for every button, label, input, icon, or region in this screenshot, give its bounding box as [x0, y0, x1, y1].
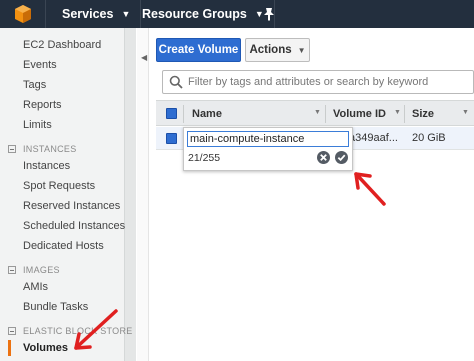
sidebar-item-volumes[interactable]: Volumes [23, 342, 68, 354]
name-edit-input[interactable] [187, 131, 349, 147]
select-all-checkbox[interactable] [166, 108, 177, 119]
column-header-size[interactable]: Size [412, 101, 434, 127]
collapse-section-icon [8, 266, 16, 274]
sidebar-section-images[interactable]: IMAGES [8, 265, 60, 275]
sidebar-section-instances[interactable]: INSTANCES [8, 144, 77, 154]
chevron-left-icon[interactable]: ◀ [141, 53, 147, 62]
row-checkbox[interactable] [166, 133, 177, 144]
top-navigation-bar: Services ▼ Resource Groups ▼ [0, 0, 474, 28]
sidebar-item-amis[interactable]: AMIs [23, 281, 48, 293]
volume-id-cell: a349aaf... [349, 132, 398, 144]
name-edit-popup: 21/255 [183, 127, 353, 171]
column-header-volume-id[interactable]: Volume ID [333, 101, 386, 127]
sidebar-item-reserved-instances[interactable]: Reserved Instances [23, 200, 120, 212]
column-divider [404, 105, 405, 123]
checkmark-icon [337, 154, 346, 162]
sidebar-item-events[interactable]: Events [23, 59, 57, 71]
resource-groups-label: Resource Groups [142, 7, 247, 21]
create-volume-button[interactable]: Create Volume [156, 38, 241, 62]
annotation-arrow-icon [354, 172, 386, 206]
filter-input[interactable] [188, 76, 468, 88]
collapse-section-icon [8, 327, 16, 335]
sidebar-scrollbar[interactable] [124, 28, 136, 361]
sidebar-item-reports[interactable]: Reports [23, 99, 62, 111]
size-cell: 20 GiB [412, 132, 446, 144]
column-divider [183, 105, 184, 123]
sidebar-section-label: INSTANCES [23, 144, 77, 154]
close-icon [320, 154, 327, 161]
pin-icon [264, 8, 274, 21]
sidebar-section-label: IMAGES [23, 265, 60, 275]
sort-caret-icon[interactable]: ▼ [394, 109, 401, 116]
sidebar-collapse-strip[interactable] [137, 28, 149, 361]
sort-caret-icon[interactable]: ▼ [462, 109, 469, 116]
sidebar-item-dedicated-hosts[interactable]: Dedicated Hosts [23, 240, 104, 252]
sidebar-item-instances[interactable]: Instances [23, 160, 70, 172]
actions-button[interactable]: Actions ▼ [245, 38, 310, 62]
filter-bar[interactable] [162, 70, 474, 94]
column-divider [325, 105, 326, 123]
table-header: Name ▼ Volume ID ▼ Size ▼ [156, 100, 474, 126]
sidebar-item-spot-requests[interactable]: Spot Requests [23, 180, 95, 192]
sidebar-item-scheduled-instances[interactable]: Scheduled Instances [23, 220, 125, 232]
save-edit-button[interactable] [335, 151, 348, 164]
sidebar-item-tags[interactable]: Tags [23, 79, 46, 91]
services-label: Services [62, 7, 114, 21]
collapse-section-icon [8, 145, 16, 153]
pin-button[interactable] [252, 0, 286, 28]
aws-logo[interactable] [0, 0, 46, 28]
aws-cube-icon [14, 5, 31, 23]
sort-caret-icon[interactable]: ▼ [314, 109, 321, 116]
search-icon [169, 75, 183, 89]
character-count: 21/255 [188, 152, 221, 164]
annotation-arrow-icon [74, 309, 118, 350]
actions-label: Actions [249, 44, 292, 56]
sidebar-item-ec2-dashboard[interactable]: EC2 Dashboard [23, 39, 101, 51]
cancel-edit-button[interactable] [317, 151, 330, 164]
column-header-name[interactable]: Name [192, 101, 222, 127]
chevron-down-icon: ▼ [297, 45, 306, 55]
active-item-indicator [8, 340, 11, 356]
sidebar-item-limits[interactable]: Limits [23, 119, 52, 131]
